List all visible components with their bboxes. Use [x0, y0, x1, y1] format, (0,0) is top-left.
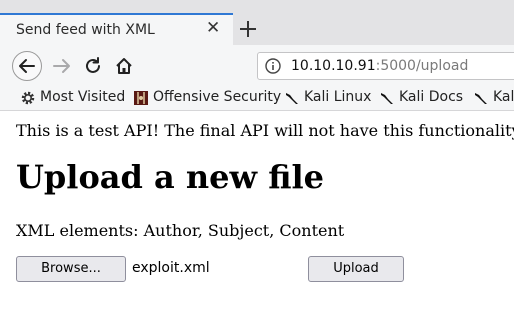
bookmark-label: Offensive Security: [153, 89, 282, 105]
offsec-icon: [134, 91, 148, 105]
reload-button[interactable]: [78, 51, 108, 81]
back-arrow-icon: [19, 59, 35, 73]
test-api-notice: This is a test API! The final API will n…: [16, 121, 514, 140]
close-icon[interactable]: ✕: [206, 20, 220, 37]
info-icon[interactable]: [265, 58, 281, 74]
gear-icon: [21, 91, 35, 105]
kali-dragon-icon: [286, 93, 298, 104]
browse-button[interactable]: Browse...: [16, 256, 126, 282]
page-title: Upload a new file: [16, 158, 324, 196]
tab-active[interactable]: Send feed with XML ✕: [0, 13, 233, 45]
home-button[interactable]: [109, 51, 139, 81]
url-host: 10.10.10.91: [291, 58, 376, 74]
back-button[interactable]: [12, 51, 42, 81]
url-path: :5000/upload: [375, 58, 469, 74]
upload-button[interactable]: Upload: [308, 256, 404, 282]
forward-button[interactable]: [47, 51, 77, 81]
bookmark-label: Kali Docs: [399, 89, 464, 105]
kali-dragon-icon: [381, 93, 393, 104]
forward-arrow-icon: [53, 59, 70, 73]
bookmarks-toolbar: Most Visited Offensive Security Kali Lin…: [0, 86, 514, 111]
bookmark-label: Kali Linux: [304, 89, 372, 105]
kali-dragon-icon: [475, 93, 487, 104]
home-icon: [116, 58, 132, 74]
url-bar[interactable]: 10.10.10.91:5000/upload: [257, 52, 514, 80]
xml-elements-text: XML elements: Author, Subject, Content: [16, 221, 345, 240]
page-content: This is a test API! The final API will n…: [0, 111, 514, 309]
bookmark-label: Most Visited: [40, 89, 126, 105]
url-text[interactable]: 10.10.10.91:5000/upload: [291, 58, 468, 74]
bookmark-label: Kal: [493, 89, 514, 105]
tab-strip: Send feed with XML ✕: [0, 0, 514, 45]
selected-file-name: exploit.xml: [132, 260, 210, 276]
plus-icon[interactable]: [236, 17, 260, 41]
bookmark-kali-truncated[interactable]: Kal: [473, 89, 514, 107]
reload-icon: [86, 57, 100, 73]
tab-title: Send feed with XML: [16, 22, 155, 38]
